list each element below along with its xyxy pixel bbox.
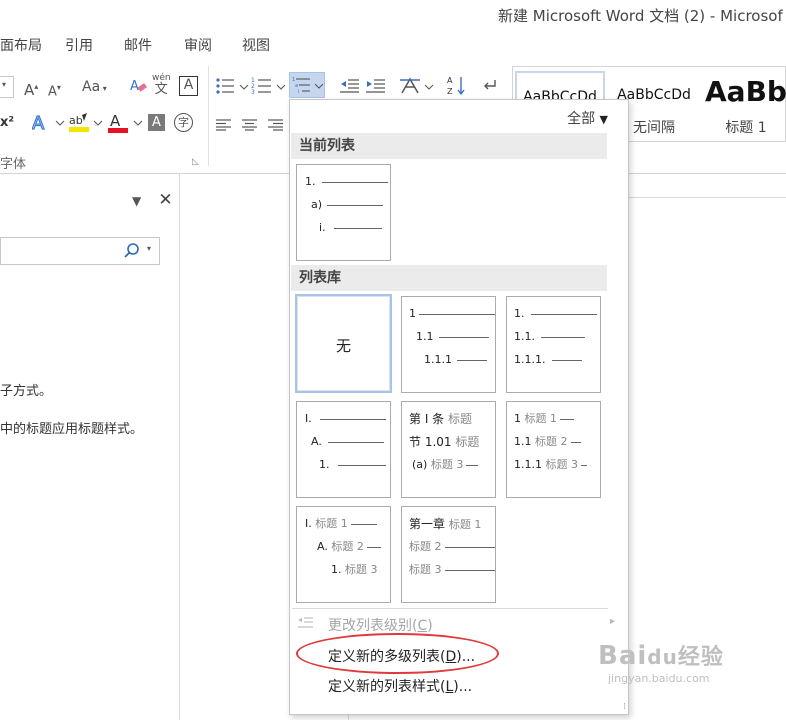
tab-page-layout[interactable]: 面布局 [0,35,42,55]
style-heading-1[interactable]: AaBb 标题 1 [701,71,786,137]
numbering-icon[interactable]: 123 [251,76,287,101]
character-border-button[interactable]: A [179,76,198,96]
grow-font-button[interactable]: A▴ [24,78,38,99]
multilevel-list-button[interactable]: 1ai [289,72,325,98]
current-list-header: 当前列表 [291,133,607,159]
submenu-arrow-icon: ▸ [610,616,616,627]
tab-view[interactable]: 视图 [242,35,270,55]
baidu-watermark: Baidu经验 jingyan.baidu.com [598,641,724,685]
superscript-button[interactable]: x² [0,114,14,132]
decrease-indent-icon[interactable] [340,78,360,99]
svg-text:A: A [130,79,139,94]
list-tile-roman-alpha[interactable]: I. A. 1. [296,401,391,498]
svg-text:3: 3 [251,89,255,96]
pane-divider [179,174,180,720]
pane-help-text: 子方式。 [0,384,53,399]
font-group-label: 字体 [0,157,27,172]
pane-options-icon[interactable]: ▼ [132,194,141,208]
change-case-button[interactable]: Aa ▾ [82,78,107,98]
window-title: 新建 Microsoft Word 文档 (2) - Microsof [498,7,783,25]
ribbon-group-separator [208,66,209,166]
bullets-icon[interactable] [215,76,249,101]
list-tile-numeric[interactable]: 1 1.1 1.1.1 [401,296,496,393]
close-icon[interactable]: ✕ [158,190,172,210]
annotation-highlight-ellipse [296,633,499,674]
list-tile-none[interactable]: 无 [295,294,392,393]
chinese-layout-icon[interactable] [400,76,434,101]
align-center-icon[interactable] [242,118,258,136]
text-effects-icon[interactable]: A [31,112,66,138]
pane-controls: ▼ ✕ [132,190,173,210]
highlight-color-icon[interactable]: ab [68,112,104,139]
multilevel-list-dropdown: 全部 ▼ 当前列表 1. a) i. 列表库 无 1 1.1 1.1.1 1. … [289,99,629,715]
font-size-dropdown[interactable]: ▾ [0,76,14,98]
align-left-icon[interactable] [216,118,232,136]
list-tile-heading-roman[interactable]: I. 标题 1 A. 标题 2 1. 标题 3 [296,506,391,603]
svg-text:i: i [298,89,299,95]
font-color-icon[interactable]: A [108,112,144,139]
svg-text:A: A [447,76,453,85]
resize-grip-icon[interactable]: ⁞ [623,702,626,712]
clear-formatting-icon[interactable]: A [130,77,148,100]
chevron-down-icon[interactable]: ▾ [147,244,151,253]
show-hide-marks-icon[interactable] [481,78,499,99]
change-list-level-item[interactable]: 更改列表级别(C) [328,615,433,635]
menu-separator [292,608,608,609]
list-library-header: 列表库 [291,265,607,291]
list-tile-numeric-dot[interactable]: 1. 1.1. 1.1.1. [506,296,601,393]
increase-indent-icon[interactable] [366,78,386,99]
search-icon[interactable] [123,242,141,264]
filter-dropdown[interactable]: 全部 ▼ [567,108,608,128]
list-tile-heading-numeric[interactable]: 1 标题 1 1.1 标题 2 1.1.1 标题 3 [506,401,601,498]
tab-review[interactable]: 审阅 [184,35,212,55]
change-level-icon [298,615,316,634]
tab-mailings[interactable]: 邮件 [124,35,152,55]
list-tile-article-section[interactable]: 第 I 条 标题 节 1.01 标题 (a) 标题 3 [401,401,496,498]
baidu-paw-icon: du [647,645,678,669]
svg-text:ab: ab [69,114,83,127]
search-input[interactable]: ▾ [0,237,160,265]
character-shading-icon[interactable]: A [148,114,165,131]
svg-text:A: A [32,113,45,133]
list-tile-chapter[interactable]: 第一章 标题 1 标题 2 标题 3 [401,506,496,603]
page-edge [628,197,786,198]
sort-icon[interactable]: AZ [447,75,467,102]
svg-text:A: A [110,112,121,130]
phonetic-guide-button[interactable]: wén 文 [152,74,171,97]
enclose-characters-button[interactable]: 字 [174,113,193,132]
current-list-tile[interactable]: 1. a) i. [296,164,391,261]
tab-references[interactable]: 引用 [65,35,93,55]
shrink-font-button[interactable]: A▾ [48,79,61,101]
pane-help-text: 中的标题应用标题样式。 [0,422,144,437]
define-list-style-item[interactable]: 定义新的列表样式(L)... [328,676,472,696]
dialog-launcher-icon[interactable]: ◺ [192,157,199,167]
svg-text:Z: Z [447,87,453,96]
align-right-icon[interactable] [268,118,284,136]
